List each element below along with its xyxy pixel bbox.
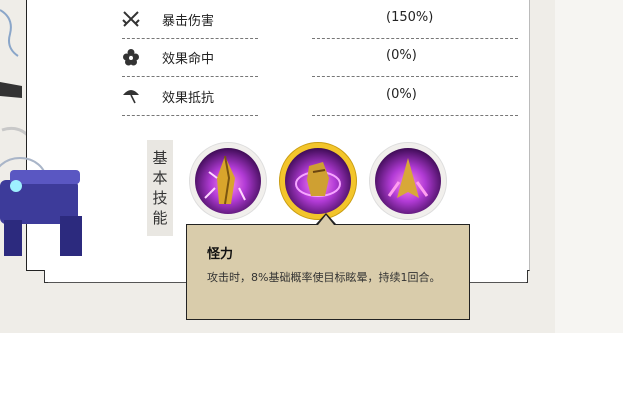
tooltip-description: 攻击时，8%基础概率使目标眩晕，持续1回合。 [207,271,441,284]
skill-button-1[interactable] [189,142,267,220]
crossed-swords-icon [122,10,140,28]
stat-value: (150%) [386,10,434,25]
umbrella-icon [122,87,140,105]
stat-value: (0%) [386,87,417,102]
stat-row-effect-hit: 效果命中 (0%) [122,38,518,77]
blue-machine-decoration [0,157,82,256]
basic-skills-label: 基 本 技 能 [147,140,173,236]
label-char: 能 [152,209,168,227]
label-char: 技 [152,189,168,207]
spike-skill-icon [375,148,441,214]
drill-skill-icon [195,148,261,214]
skill-button-2[interactable] [279,142,357,220]
tooltip-title: 怪力 [207,247,234,262]
stat-label: 效果命中 [162,52,215,67]
skill-button-3[interactable] [369,142,447,220]
stat-value: (0%) [386,48,417,63]
label-char: 基 [152,149,168,167]
divider [122,115,258,116]
stat-row-effect-resist: 效果抵抗 (0%) [122,77,518,116]
stat-label: 效果抵抗 [162,91,215,106]
label-char: 本 [152,169,168,187]
divider [312,115,518,116]
flower-icon [122,48,140,66]
skill-tooltip: 怪力 攻击时，8%基础概率使目标眩晕，持续1回合。 [186,224,470,320]
right-decor-panel [555,0,623,333]
tooltip-arrow-fill [318,215,334,225]
fist-skill-icon [285,148,351,214]
stat-label: 暴击伤害 [162,14,215,29]
stat-row-crit-damage: 暴击伤害 (150%) [122,0,518,39]
